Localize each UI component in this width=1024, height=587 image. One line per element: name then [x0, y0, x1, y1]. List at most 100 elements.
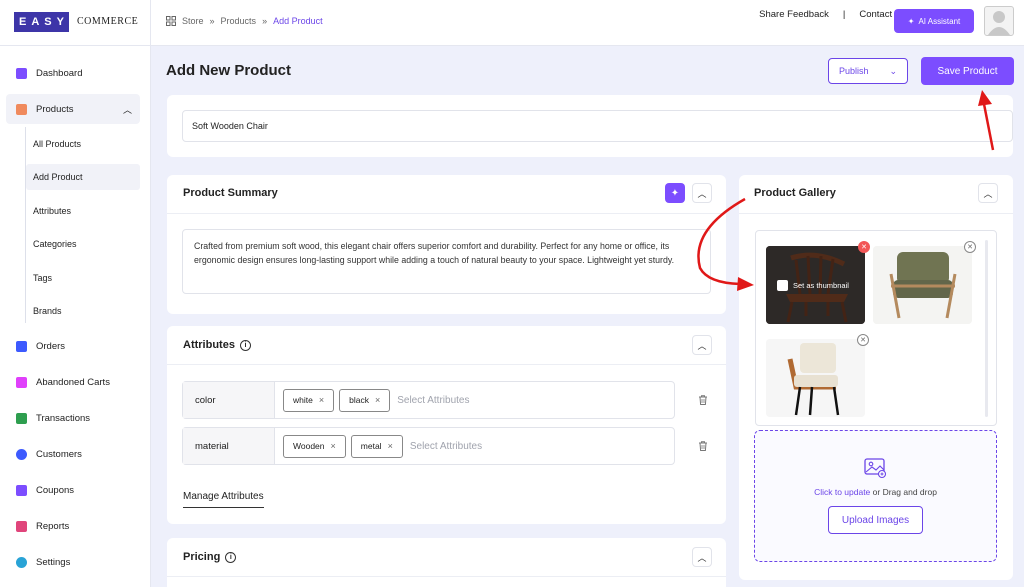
gallery-image-3[interactable]	[766, 339, 865, 417]
sidebar-subitem-attributes[interactable]: Attributes	[26, 198, 140, 224]
trash-icon[interactable]	[697, 440, 709, 452]
chevron-right-icon: »	[209, 16, 215, 26]
remove-chip-icon[interactable]: ×	[388, 441, 393, 451]
chip-label: white	[293, 395, 313, 405]
gear-icon	[16, 556, 27, 568]
sidebar-item-label: Dashboard	[36, 67, 83, 79]
product-name-input[interactable]: Soft Wooden Chair	[182, 110, 1013, 142]
sidebar-item-products[interactable]: Products ︿	[6, 94, 140, 124]
attributes-header: Attributes i	[183, 339, 251, 351]
money-icon	[16, 412, 27, 424]
ai-generate-button[interactable]: ✦	[665, 183, 685, 203]
collapse-attributes-button[interactable]: ︿	[692, 335, 712, 355]
select-attributes-input[interactable]: Select Attributes	[397, 395, 469, 406]
attribute-values[interactable]: Wooden × metal × Select Attributes	[275, 428, 482, 464]
grid-icon	[166, 16, 176, 26]
top-bar	[0, 0, 1024, 46]
sidebar-item-label: Transactions	[36, 412, 91, 424]
sidebar-item-label: Coupons	[36, 484, 75, 496]
ai-assistant-button[interactable]: ✦ AI Assistant	[894, 9, 974, 33]
chip-label: black	[349, 395, 369, 405]
sidebar-subitem-add-product[interactable]: Add Product	[26, 164, 140, 190]
remove-chip-icon[interactable]: ×	[331, 441, 336, 451]
trash-icon[interactable]	[697, 394, 709, 406]
click-to-update-link[interactable]: Click to update	[814, 487, 870, 497]
sidebar-item-orders[interactable]: Orders	[6, 331, 140, 361]
report-icon	[16, 520, 27, 532]
breadcrumb-add-product: Add Product	[273, 16, 323, 26]
submenu-guide-line	[25, 127, 26, 323]
attribute-chip: black ×	[339, 388, 391, 412]
sidebar-item-dashboard[interactable]: Dashboard	[6, 58, 140, 88]
chevron-down-icon: ⌄	[889, 65, 897, 76]
set-thumbnail-label: Set as thumbnail	[793, 281, 849, 290]
sidebar-item-customers[interactable]: Customers	[6, 439, 140, 469]
sidebar-item-abandoned-carts[interactable]: Abandoned Carts	[6, 367, 140, 397]
sidebar-item-coupons[interactable]: Coupons	[6, 475, 140, 505]
chevron-up-icon: ︿	[697, 340, 707, 351]
remove-chip-icon[interactable]: ×	[319, 395, 324, 405]
collapse-summary-button[interactable]: ︿	[692, 183, 712, 203]
sidebar-item-transactions[interactable]: Transactions	[6, 403, 140, 433]
breadcrumb: Store » Products » Add Product	[166, 16, 323, 26]
sidebar-subitem-tags[interactable]: Tags	[26, 265, 140, 291]
info-icon[interactable]: i	[225, 551, 237, 563]
gallery-scrollbar[interactable]	[985, 240, 988, 417]
sidebar-item-label: Reports	[36, 520, 70, 532]
product-summary-textarea[interactable]: Crafted from premium soft wood, this ele…	[182, 229, 711, 294]
attribute-chip: white ×	[283, 388, 335, 412]
image-upload-icon	[864, 458, 887, 479]
attribute-chip: Wooden ×	[283, 434, 346, 458]
ai-assistant-label: AI Assistant	[918, 16, 961, 26]
chevron-up-icon: ︿	[983, 188, 993, 199]
attribute-name: color	[183, 382, 275, 418]
remove-chip-icon[interactable]: ×	[375, 395, 380, 405]
brand[interactable]: EASY COMMERCE	[0, 0, 151, 46]
info-icon[interactable]: i	[239, 339, 251, 351]
remove-image-icon[interactable]: ✕	[857, 334, 869, 346]
chevron-up-icon: ︿	[697, 552, 707, 563]
publish-select[interactable]: Publish ⌄	[828, 58, 908, 84]
sidebar-item-label: Orders	[36, 340, 66, 352]
coupon-icon	[16, 484, 27, 496]
publish-label: Publish	[839, 66, 869, 76]
logo-box: EASY	[14, 12, 69, 32]
upload-images-button[interactable]: Upload Images	[828, 506, 923, 534]
checkbox-icon	[777, 280, 788, 291]
select-attributes-input[interactable]: Select Attributes	[410, 441, 482, 452]
sidebar-item-reports[interactable]: Reports	[6, 511, 140, 541]
collapse-pricing-button[interactable]: ︿	[692, 547, 712, 567]
sidebar-subitem-categories[interactable]: Categories	[26, 231, 140, 257]
chip-label: Wooden	[293, 441, 325, 451]
sparkle-icon: ✦	[907, 16, 915, 26]
armchair-image	[873, 246, 972, 324]
chevron-up-icon: ︿	[697, 188, 707, 199]
breadcrumb-products[interactable]: Products	[221, 16, 257, 26]
collapse-gallery-button[interactable]: ︿	[978, 183, 998, 203]
avatar[interactable]	[984, 6, 1014, 36]
chevron-up-icon[interactable]: ︿	[123, 103, 132, 116]
sidebar-item-settings[interactable]: Settings	[6, 547, 140, 577]
truck-icon	[16, 340, 27, 352]
gallery-image-2[interactable]	[873, 246, 972, 324]
dropzone-text: Click to update or Drag and drop	[754, 487, 997, 497]
set-thumbnail-checkbox[interactable]: Set as thumbnail	[777, 280, 849, 291]
card-divider	[167, 364, 726, 365]
sidebar-subitem-brands[interactable]: Brands	[26, 298, 140, 324]
sidebar-subitem-all-products[interactable]: All Products	[26, 131, 140, 157]
attribute-row-material: material Wooden × metal × Select Attribute…	[182, 427, 675, 465]
logo-text: COMMERCE	[77, 16, 139, 27]
sidebar-item-label: Abandoned Carts	[36, 376, 110, 388]
breadcrumb-store[interactable]: Store	[182, 16, 204, 26]
remove-image-icon[interactable]: ✕	[964, 241, 976, 253]
attribute-values[interactable]: white × black × Select Attributes	[275, 382, 469, 418]
pricing-title: Pricing	[183, 551, 221, 563]
save-product-button[interactable]: Save Product	[921, 57, 1014, 85]
page-title: Add New Product	[166, 62, 292, 79]
remove-image-icon[interactable]: ✕	[858, 241, 870, 253]
share-feedback-link[interactable]: Share Feedback	[759, 9, 829, 20]
manage-attributes-link[interactable]: Manage Attributes	[183, 491, 264, 508]
attributes-title: Attributes	[183, 339, 235, 351]
attribute-name: material	[183, 428, 275, 464]
sparkle-icon: ✦	[670, 187, 680, 199]
